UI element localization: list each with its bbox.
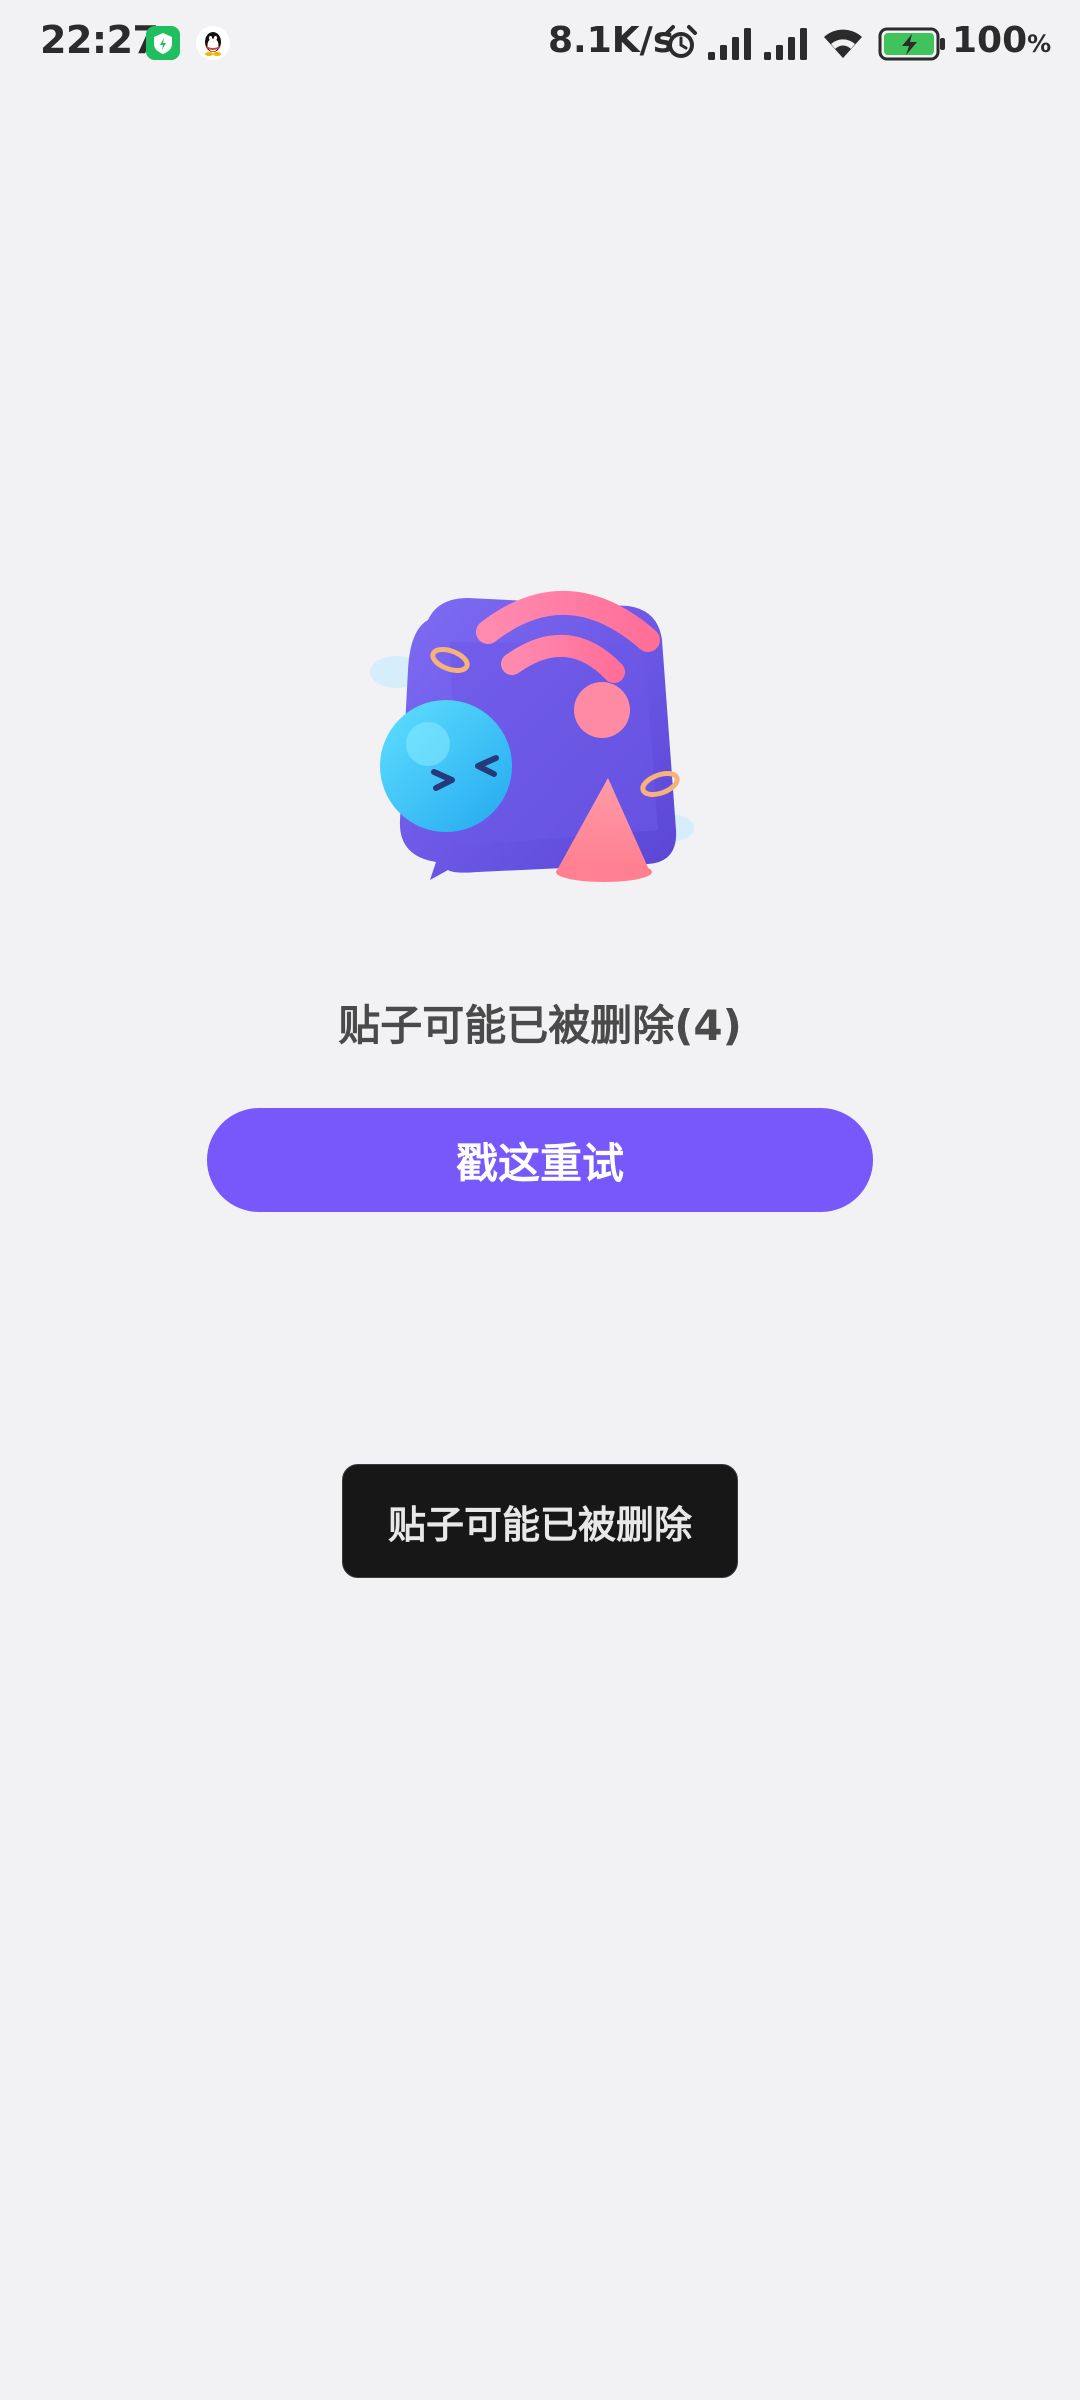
signal-bars-icon [764, 28, 810, 64]
qq-penguin-icon [196, 26, 230, 60]
retry-button[interactable]: 戳这重试 [207, 1108, 873, 1212]
network-speed: 8.1K/s [548, 20, 675, 61]
broken-connection-illustration [358, 580, 718, 900]
battery-charging-icon [878, 26, 946, 66]
battery-percent: 100% [952, 20, 1052, 61]
status-bar: 22:27 8.1K/s 100% [0, 0, 1080, 92]
alarm-icon [664, 24, 698, 66]
status-time: 22:27 [40, 18, 159, 62]
signal-bars-icon [708, 28, 754, 64]
shield-app-icon [146, 26, 180, 60]
wifi-icon [822, 26, 864, 64]
error-message: 贴子可能已被删除(4) [338, 1001, 742, 1050]
toast-message: 贴子可能已被删除 [342, 1464, 738, 1578]
